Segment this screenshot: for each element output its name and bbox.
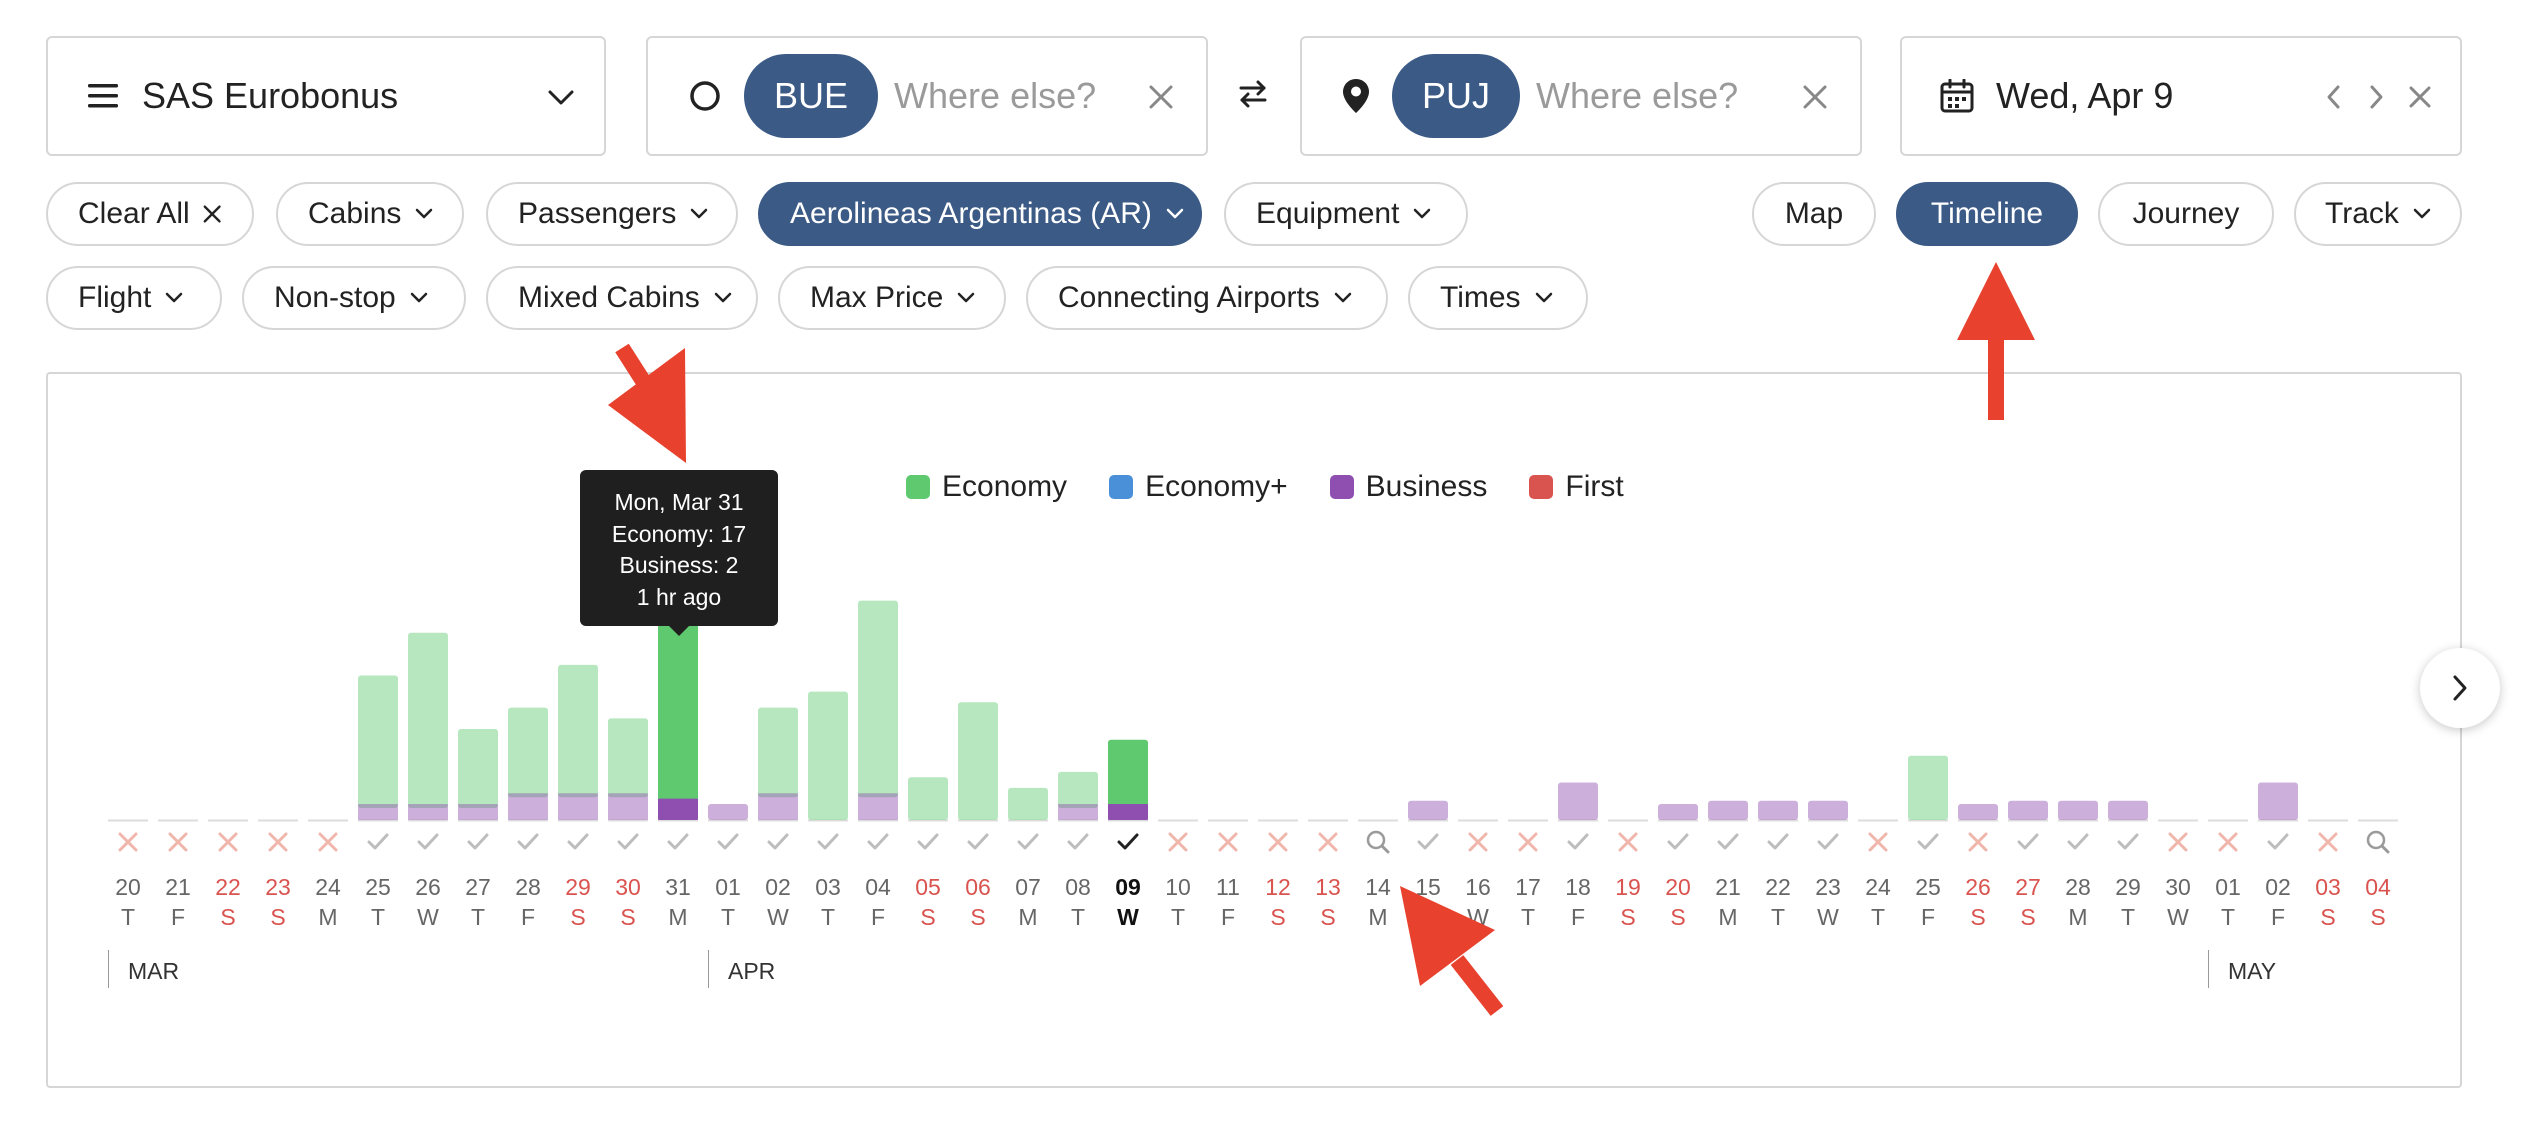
connecting-airports-filter[interactable]: Connecting Airports <box>1026 266 1388 330</box>
cabins-label: Cabins <box>308 197 402 230</box>
month-divider <box>2208 950 2209 988</box>
clear-destination-icon[interactable] <box>1802 84 1828 110</box>
mixed-cabins-filter[interactable]: Mixed Cabins <box>486 266 758 330</box>
program-label: SAS Eurobonus <box>142 75 399 116</box>
view-track-label: Track <box>2325 197 2399 230</box>
tooltip-economy: Economy: 17 <box>611 520 747 547</box>
legend-swatch-business <box>1329 475 1354 499</box>
tooltip-date: Mon, Mar 31 <box>614 489 744 515</box>
legend-label-business: Business <box>1365 470 1488 503</box>
legend-item-first[interactable]: First <box>1529 470 1624 504</box>
view-timeline-button[interactable]: Timeline <box>1896 182 2078 246</box>
origin-circle-icon <box>690 81 720 111</box>
max-price-filter[interactable]: Max Price <box>778 266 1006 330</box>
flight-filter[interactable]: Flight <box>46 266 222 330</box>
legend-label-economy: Economy <box>942 470 1068 503</box>
date-field[interactable]: Wed, Apr 9 <box>1900 36 2462 156</box>
location-pin-icon <box>1343 79 1369 113</box>
next-date-icon[interactable] <box>2368 84 2384 110</box>
program-select[interactable]: SAS Eurobonus <box>46 36 606 156</box>
chevron-down-icon <box>1414 208 1431 219</box>
date-label: Wed, Apr 9 <box>1996 75 2174 116</box>
legend-swatch-economy-plus <box>1109 475 1134 499</box>
month-label: MAY <box>2228 958 2277 984</box>
airline-filter[interactable]: Aerolineas Argentinas (AR) <box>758 182 1202 246</box>
chevron-down-icon <box>691 208 708 219</box>
chevron-down-icon <box>1166 208 1184 219</box>
mixed-cabins-label: Mixed Cabins <box>518 281 700 314</box>
legend-label-first: First <box>1565 470 1624 503</box>
chevron-down-icon <box>714 292 731 303</box>
origin-field[interactable]: BUE Where else? <box>646 36 1208 156</box>
view-map-button[interactable]: Map <box>1752 182 1876 246</box>
passengers-filter[interactable]: Passengers <box>486 182 738 246</box>
chevron-down-icon <box>410 292 427 303</box>
equipment-label: Equipment <box>1256 197 1400 230</box>
legend-swatch-economy <box>906 475 930 499</box>
equipment-filter[interactable]: Equipment <box>1224 182 1468 246</box>
chevron-down-icon <box>1535 292 1552 303</box>
view-track-button[interactable]: Track <box>2294 182 2462 246</box>
origin-code-pill[interactable]: BUE <box>744 54 879 138</box>
legend-item-economy-plus[interactable]: Economy+ <box>1109 470 1288 504</box>
max-price-label: Max Price <box>810 281 944 314</box>
cabins-filter[interactable]: Cabins <box>276 182 464 246</box>
nonstop-filter[interactable]: Non-stop <box>242 266 466 330</box>
month-divider <box>708 950 709 988</box>
chevron-down-icon <box>416 208 433 219</box>
airline-label: Aerolineas Argentinas (AR) <box>790 197 1152 230</box>
month-divider <box>108 950 109 988</box>
chevron-down-icon <box>1334 292 1352 303</box>
prev-date-icon[interactable] <box>2326 84 2342 110</box>
view-timeline-label: Timeline <box>1930 197 2044 230</box>
origin-placeholder[interactable]: Where else? <box>894 75 1096 117</box>
day-weekday: S <box>2370 904 2386 930</box>
next-period-button[interactable] <box>2420 648 2500 728</box>
clear-date-icon[interactable] <box>2408 85 2432 109</box>
destination-placeholder[interactable]: Where else? <box>1536 75 1738 117</box>
view-journey-button[interactable]: Journey <box>2098 182 2274 246</box>
swap-icon[interactable] <box>1238 79 1268 109</box>
chevron-down-icon <box>166 292 183 303</box>
tooltip-updated: 1 hr ago <box>636 583 722 610</box>
chevron-down-icon <box>2413 208 2431 219</box>
destination-field[interactable]: PUJ Where else? <box>1300 36 1862 156</box>
clear-origin-icon[interactable] <box>1148 84 1174 110</box>
legend-item-business[interactable]: Business <box>1329 470 1488 504</box>
bar-tooltip: Mon, Mar 31 Economy: 17 Business: 2 1 hr… <box>580 470 778 636</box>
calendar-icon <box>1940 79 1974 113</box>
view-map-label: Map <box>1784 197 1844 230</box>
legend-label-economy-plus: Economy+ <box>1145 470 1288 503</box>
times-filter[interactable]: Times <box>1408 266 1588 330</box>
chevron-down-icon <box>958 292 975 303</box>
clear-all-button[interactable]: Clear All <box>46 182 254 246</box>
month-label: APR <box>728 958 776 984</box>
chevron-down-icon <box>548 90 574 105</box>
close-icon <box>203 205 221 223</box>
clear-all-label: Clear All <box>78 197 190 230</box>
legend-item-economy[interactable]: Economy <box>906 470 1067 504</box>
tooltip-business: Business: 2 <box>619 552 739 578</box>
view-journey-label: Journey <box>2132 197 2240 230</box>
passengers-label: Passengers <box>518 197 677 230</box>
destination-code-pill[interactable]: PUJ <box>1392 54 1521 138</box>
day-number[interactable]: 04 <box>2348 874 2408 901</box>
flight-label: Flight <box>78 281 152 314</box>
connecting-airports-label: Connecting Airports <box>1058 281 1320 314</box>
chevron-right-icon <box>2453 675 2467 701</box>
nonstop-label: Non-stop <box>274 281 396 314</box>
chart-legend: Economy Economy+ Business First <box>906 470 1666 504</box>
times-label: Times <box>1440 281 1521 314</box>
month-label: MAR <box>128 958 180 984</box>
legend-swatch-first <box>1529 475 1554 499</box>
menu-icon <box>88 84 118 108</box>
